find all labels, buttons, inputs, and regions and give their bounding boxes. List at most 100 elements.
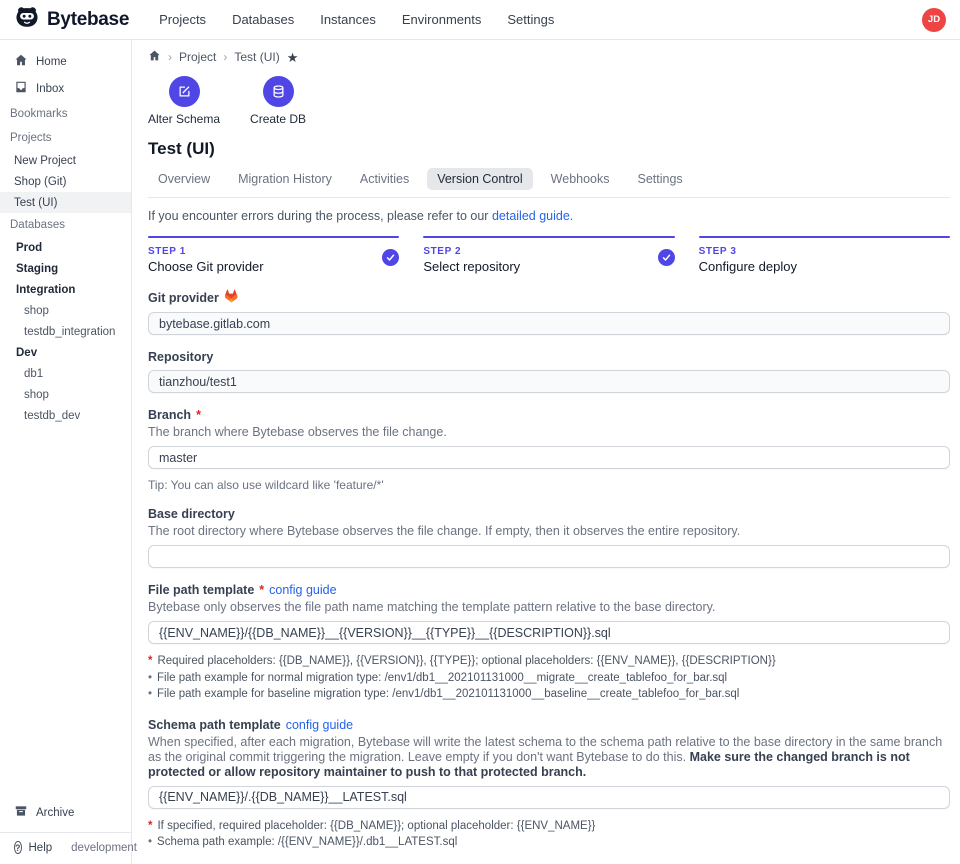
sidebar-item-inbox[interactable]: Inbox [0,75,131,102]
nav-links: Projects Databases Instances Environment… [159,12,554,27]
page-title: Test (UI) [148,139,950,159]
quick-actions: Alter Schema Create DB [148,76,950,126]
step-title: Select repository [423,259,674,274]
required-asterisk: * [259,583,264,597]
sidebar-section-projects[interactable]: Projects [0,126,131,150]
sidebar-item-test-ui[interactable]: Test (UI) [0,192,131,213]
left-sidebar: Home Inbox Bookmarks Projects New Projec… [0,40,132,864]
field-label-text: Repository [148,350,213,364]
nav-link-environments[interactable]: Environments [402,12,481,27]
note-marker: • [148,834,152,851]
nav-link-projects[interactable]: Projects [159,12,206,27]
bytebase-logo[interactable]: Bytebase [14,4,129,35]
sidebar-db-group-integration[interactable]: Integration [0,279,131,300]
help-label[interactable]: Help [29,842,53,854]
sidebar-db-group-dev[interactable]: Dev [0,342,131,363]
tab-overview[interactable]: Overview [148,168,220,190]
base-directory-input[interactable] [148,545,950,568]
branch-tip: Tip: You can also use wildcard like 'fea… [148,478,950,492]
step-number: STEP 2 [423,246,674,257]
tab-activities[interactable]: Activities [350,168,419,190]
archive-icon [14,804,28,821]
breadcrumb-current[interactable]: Test (UI) [234,50,279,64]
note-text: Schema path example: /{{ENV_NAME}}/.db1_… [157,834,457,851]
breadcrumb-home-icon[interactable] [148,49,161,65]
note-marker: • [148,670,152,687]
sidebar-item-label: Inbox [36,83,64,95]
sidebar-db-item-testdb-integration[interactable]: testdb_integration [0,321,131,342]
tab-webhooks[interactable]: Webhooks [541,168,620,190]
file-path-template-input[interactable] [148,621,950,644]
main-content: › Project › Test (UI) ★ Alter Schema Cre… [132,40,960,864]
repository-field: Repository [148,350,950,393]
sidebar-item-new-project[interactable]: New Project [0,150,131,171]
sidebar-item-shop-git[interactable]: Shop (Git) [0,171,131,192]
field-label-text: Base directory [148,507,235,521]
schema-path-template-field: Schema path template config guide When s… [148,718,950,851]
schema-path-template-description: When specified, after each migration, By… [148,735,950,780]
sidebar-help-row: ? Help development [0,833,131,864]
required-asterisk: * [196,408,201,422]
base-directory-label: Base directory [148,507,950,521]
favorite-star-icon[interactable]: ★ [287,51,299,64]
sidebar-db-item-shop[interactable]: shop [0,300,131,321]
sidebar-db-group-prod[interactable]: Prod [0,237,131,258]
sidebar-item-home[interactable]: Home [0,48,131,75]
breadcrumb-project[interactable]: Project [179,50,216,64]
nav-link-instances[interactable]: Instances [320,12,376,27]
git-provider-field: Git provider [148,289,950,335]
file-path-notes: * Required placeholders: {{DB_NAME}}, {{… [148,653,950,703]
intro-text: If you encounter errors during the proce… [148,209,950,223]
version-label: development [71,842,137,854]
file-path-config-guide-link[interactable]: config guide [269,583,336,597]
repository-config-form: Git provider Repository Bran [148,289,950,851]
step-1: STEP 1 Choose Git provider [148,236,399,274]
create-db-label: Create DB [250,112,306,126]
file-path-template-label: File path template * config guide [148,583,950,597]
step-progress-bar [699,236,950,238]
note-marker: • [148,686,152,703]
note-required-placeholders: * Required placeholders: {{DB_NAME}}, {{… [148,653,950,670]
branch-input[interactable] [148,446,950,469]
user-avatar[interactable]: JD [922,8,946,32]
tab-settings[interactable]: Settings [628,168,693,190]
project-tabs: Overview Migration History Activities Ve… [148,168,950,198]
step-title: Choose Git provider [148,259,399,274]
base-directory-field: Base directory The root directory where … [148,507,950,568]
breadcrumb-separator: › [223,50,227,64]
base-directory-description: The root directory where Bytebase observ… [148,524,950,539]
git-provider-label: Git provider [148,289,950,306]
intro-message: If you encounter errors during the proce… [148,209,488,223]
file-path-template-field: File path template * config guide Byteba… [148,583,950,703]
sidebar-db-item-shop-dev[interactable]: shop [0,384,131,405]
alter-schema-button[interactable]: Alter Schema [148,76,220,126]
alter-schema-icon [169,76,200,107]
sidebar-db-item-db1[interactable]: db1 [0,363,131,384]
branch-label: Branch * [148,408,950,422]
nav-link-databases[interactable]: Databases [232,12,294,27]
setup-steps: STEP 1 Choose Git provider STEP 2 Select… [148,236,950,274]
tab-version-control[interactable]: Version Control [427,168,532,190]
schema-path-template-label: Schema path template config guide [148,718,950,732]
git-provider-input[interactable] [148,312,950,335]
sidebar-section-databases[interactable]: Databases [0,213,131,237]
schema-path-template-input[interactable] [148,786,950,809]
nav-link-settings[interactable]: Settings [507,12,554,27]
home-icon [14,53,28,70]
brand-name: Bytebase [47,9,129,31]
top-navbar: Bytebase Projects Databases Instances En… [0,0,960,40]
step-2-check-icon [658,249,675,266]
gitlab-icon [224,289,238,306]
note-schema-required: * If specified, required placeholder: {{… [148,818,950,835]
schema-path-config-guide-link[interactable]: config guide [286,718,353,732]
field-label-text: Schema path template [148,718,281,732]
step-2: STEP 2 Select repository [423,236,674,274]
create-db-button[interactable]: Create DB [250,76,306,126]
sidebar-db-group-staging[interactable]: Staging [0,258,131,279]
tab-migration-history[interactable]: Migration History [228,168,342,190]
detailed-guide-link[interactable]: detailed guide. [492,209,573,223]
repository-input[interactable] [148,370,950,393]
sidebar-section-bookmarks[interactable]: Bookmarks [0,102,131,126]
sidebar-db-item-testdb-dev[interactable]: testdb_dev [0,405,131,426]
sidebar-item-archive[interactable]: Archive [0,799,131,826]
